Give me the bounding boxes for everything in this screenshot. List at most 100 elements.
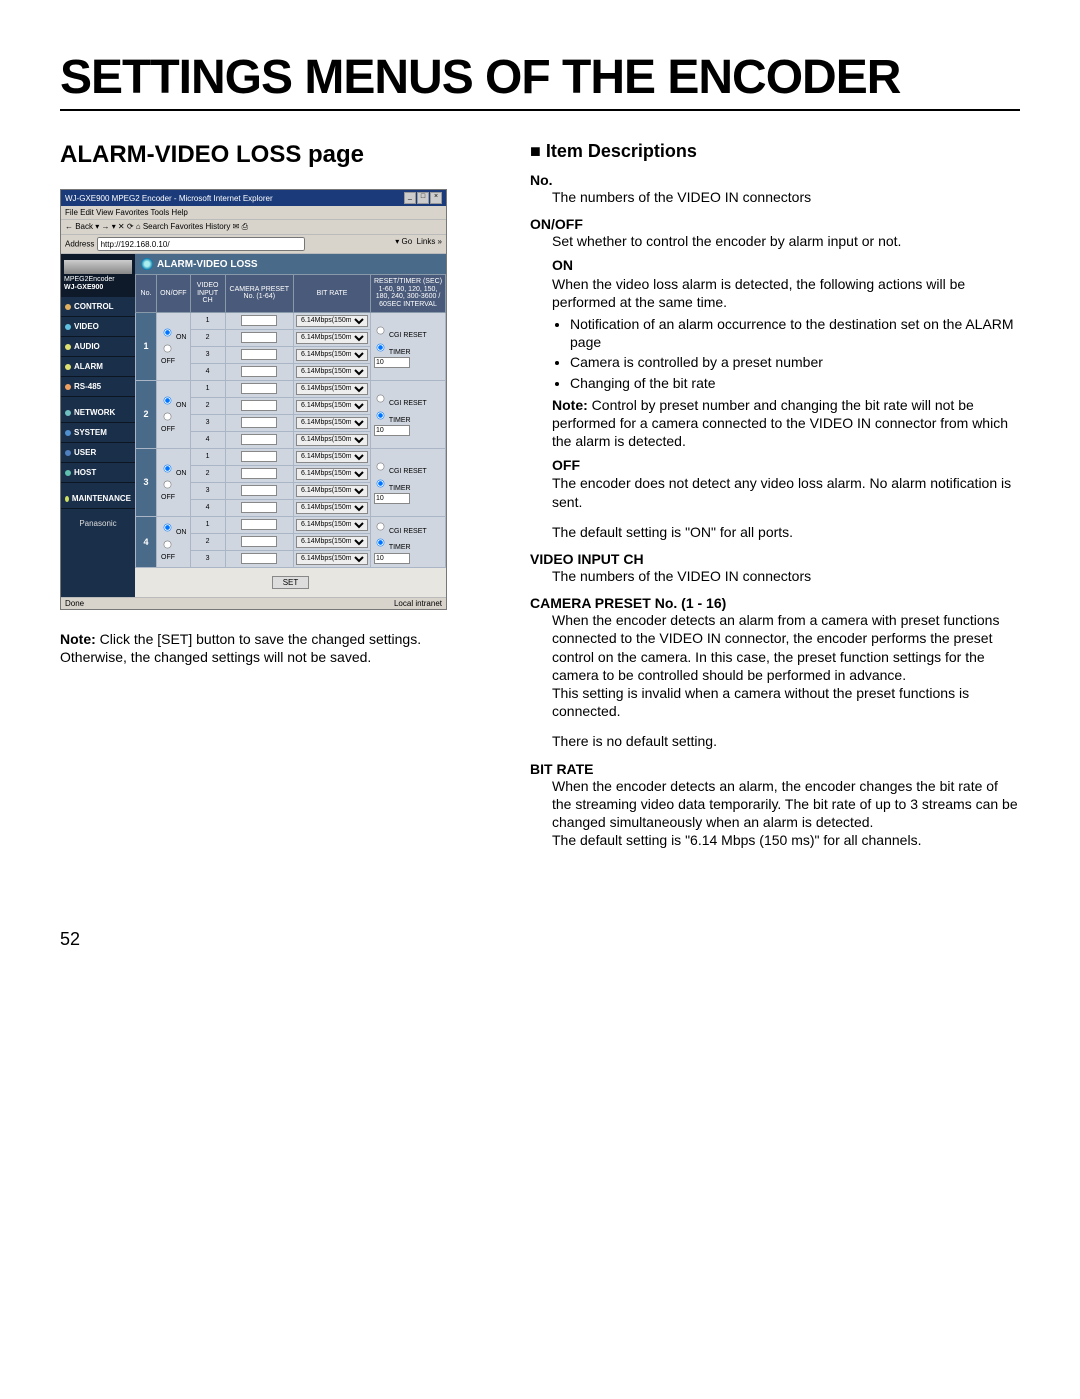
- off-radio[interactable]: OFF: [161, 350, 175, 365]
- bitrate-select[interactable]: 6.14Mbps(150ms): [296, 434, 368, 446]
- onoff-bullets: Notification of an alarm occurrence to t…: [570, 315, 1020, 392]
- sidebar-item-maintenance[interactable]: MAINTENANCE: [61, 489, 135, 509]
- bitrate-select[interactable]: 6.14Mbps(150ms): [296, 332, 368, 344]
- bitrate-select[interactable]: 6.14Mbps(150ms): [296, 383, 368, 395]
- bitrate-select[interactable]: 6.14Mbps(150ms): [296, 502, 368, 514]
- cgi-reset-radio[interactable]: CGI RESET: [374, 468, 427, 475]
- sidebar-item-control[interactable]: CONTROL: [61, 297, 135, 317]
- channel-no: 2: [190, 329, 225, 346]
- bitrate-select[interactable]: 6.14Mbps(150ms): [296, 468, 368, 480]
- bitrate-select[interactable]: 6.14Mbps(150ms): [296, 451, 368, 463]
- bitrate-select[interactable]: 6.14Mbps(150ms): [296, 519, 368, 531]
- channel-no: 2: [190, 465, 225, 482]
- off-radio[interactable]: OFF: [161, 546, 175, 561]
- preset-input[interactable]: [241, 536, 277, 547]
- timer-radio[interactable]: TIMER: [374, 417, 411, 424]
- bitrate-select[interactable]: 6.14Mbps(150ms): [296, 400, 368, 412]
- go-button[interactable]: Go: [402, 237, 413, 246]
- timer-radio[interactable]: TIMER: [374, 349, 411, 356]
- bullet-2: Camera is controlled by a preset number: [570, 353, 1020, 371]
- sidebar-item-user[interactable]: USER: [61, 443, 135, 463]
- address-bar: Address ▾ Go Links »: [61, 235, 446, 254]
- bitrate-select[interactable]: 6.14Mbps(150ms): [296, 417, 368, 429]
- logo-line1: MPEG2Encoder: [64, 276, 132, 284]
- bitrate-select[interactable]: 6.14Mbps(150ms): [296, 485, 368, 497]
- maximize-icon[interactable]: □: [417, 192, 429, 204]
- browser-menubar[interactable]: File Edit View Favorites Tools Help: [61, 206, 446, 220]
- browser-window: WJ-GXE900 MPEG2 Encoder - Microsoft Inte…: [60, 189, 447, 610]
- off-radio[interactable]: OFF: [161, 418, 175, 433]
- channel-no: 4: [190, 499, 225, 516]
- reset-cell: CGI RESET TIMER: [371, 516, 446, 567]
- sidebar-item-audio[interactable]: AUDIO: [61, 337, 135, 357]
- bitrate-cell: 6.14Mbps(150ms): [293, 431, 370, 448]
- preset-input[interactable]: [241, 366, 277, 377]
- sidebar-item-alarm[interactable]: ALARM: [61, 357, 135, 377]
- minimize-icon[interactable]: _: [404, 192, 416, 204]
- sidebar-item-video[interactable]: VIDEO: [61, 317, 135, 337]
- off-radio[interactable]: OFF: [161, 486, 175, 501]
- table-row: 4 ON OFF16.14Mbps(150ms) CGI RESET TIMER: [136, 516, 446, 533]
- preset-cell: [225, 431, 293, 448]
- onoff-cell: ON OFF: [157, 312, 191, 380]
- channel-no: 1: [190, 312, 225, 329]
- cgi-reset-radio[interactable]: CGI RESET: [374, 332, 427, 339]
- preset-cell: [225, 499, 293, 516]
- preset-input[interactable]: [241, 349, 277, 360]
- preset-input[interactable]: [241, 468, 277, 479]
- channel-no: 1: [190, 380, 225, 397]
- sidebar-item-system[interactable]: SYSTEM: [61, 423, 135, 443]
- preset-input[interactable]: [241, 332, 277, 343]
- on-radio[interactable]: ON: [161, 402, 186, 409]
- on-radio[interactable]: ON: [161, 334, 186, 341]
- group-no: 3: [136, 448, 157, 516]
- preset-input[interactable]: [241, 485, 277, 496]
- preset-input[interactable]: [241, 383, 277, 394]
- on-radio[interactable]: ON: [161, 470, 186, 477]
- preset-input[interactable]: [241, 519, 277, 530]
- preset-input[interactable]: [241, 434, 277, 445]
- set-button[interactable]: SET: [272, 576, 310, 589]
- sidebar-item-host[interactable]: HOST: [61, 463, 135, 483]
- timer-input[interactable]: [374, 553, 410, 564]
- timer-radio[interactable]: TIMER: [374, 544, 411, 551]
- close-icon[interactable]: ×: [430, 192, 442, 204]
- nav-icon: [65, 304, 71, 310]
- cgi-reset-radio[interactable]: CGI RESET: [374, 528, 427, 535]
- sidebar-item-network[interactable]: NETWORK: [61, 403, 135, 423]
- bitrate-select[interactable]: 6.14Mbps(150ms): [296, 366, 368, 378]
- nav-label: ALARM: [74, 362, 103, 371]
- preset-input[interactable]: [241, 502, 277, 513]
- onoff-on-text: When the video loss alarm is detected, t…: [552, 275, 1020, 311]
- nav-icon: [65, 384, 71, 390]
- timer-input[interactable]: [374, 493, 410, 504]
- preset-input[interactable]: [241, 451, 277, 462]
- bitrate-cell: 6.14Mbps(150ms): [293, 448, 370, 465]
- links-label[interactable]: Links: [417, 237, 436, 246]
- browser-toolbar[interactable]: ← Back ▾ → ▾ ✕ ⟳ ⌂ Search Favorites Hist…: [61, 220, 446, 235]
- preset-input[interactable]: [241, 417, 277, 428]
- logo-line2: WJ-GXE900: [64, 284, 132, 292]
- status-bar: Done Local intranet: [61, 597, 446, 609]
- on-radio[interactable]: ON: [161, 529, 186, 536]
- preset-input[interactable]: [241, 553, 277, 564]
- group-no: 4: [136, 516, 157, 567]
- table-row: 3 ON OFF16.14Mbps(150ms) CGI RESET TIMER: [136, 448, 446, 465]
- cgi-reset-radio[interactable]: CGI RESET: [374, 400, 427, 407]
- channel-no: 1: [190, 448, 225, 465]
- timer-radio[interactable]: TIMER: [374, 485, 411, 492]
- bitrate-select[interactable]: 6.14Mbps(150ms): [296, 315, 368, 327]
- timer-input[interactable]: [374, 425, 410, 436]
- th-vich: VIDEO INPUT CH: [190, 275, 225, 313]
- preset-input[interactable]: [241, 400, 277, 411]
- sidebar-item-rs-485[interactable]: RS-485: [61, 377, 135, 397]
- bitrate-select[interactable]: 6.14Mbps(150ms): [296, 349, 368, 361]
- preset-input[interactable]: [241, 315, 277, 326]
- bitrate-select[interactable]: 6.14Mbps(150ms): [296, 553, 368, 565]
- address-input[interactable]: [97, 237, 305, 251]
- item-bitrate-label: BIT RATE: [530, 761, 1020, 777]
- timer-input[interactable]: [374, 357, 410, 368]
- reset-cell: CGI RESET TIMER: [371, 312, 446, 380]
- bitrate-select[interactable]: 6.14Mbps(150ms): [296, 536, 368, 548]
- bitrate-cell: 6.14Mbps(150ms): [293, 465, 370, 482]
